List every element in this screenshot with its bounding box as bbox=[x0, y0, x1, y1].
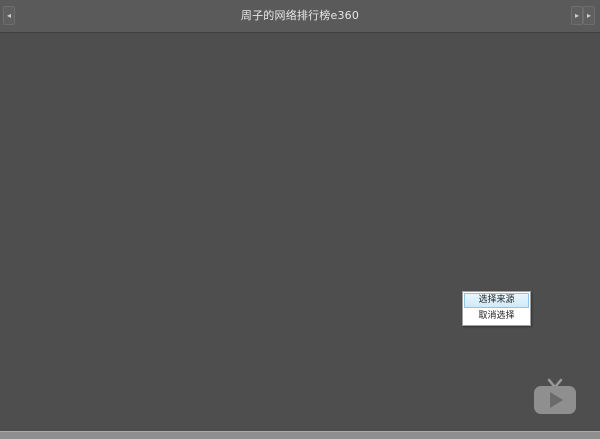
menu-item-cancel-selection[interactable]: 取消选择 bbox=[464, 309, 529, 324]
menu-item-label: 取消选择 bbox=[478, 311, 515, 321]
window-title: 周子的网络排行榜e360 bbox=[240, 9, 360, 22]
nav-forward-button[interactable]: ▸ bbox=[571, 6, 583, 25]
content-area[interactable] bbox=[0, 33, 600, 431]
app-window: ◂ 周子的网络排行榜e360 ▸ ▸ 选择来源 取消选择 bbox=[0, 0, 600, 439]
tv-play-icon[interactable] bbox=[532, 378, 578, 416]
chevron-right-icon: ▸ bbox=[586, 11, 591, 20]
menu-item-select-source[interactable]: 选择来源 bbox=[464, 293, 529, 308]
menu-item-label: 选择来源 bbox=[478, 295, 515, 305]
nav-more-button[interactable]: ▸ bbox=[583, 6, 595, 25]
chevron-right-icon: ▸ bbox=[574, 11, 579, 20]
context-menu: 选择来源 取消选择 bbox=[462, 291, 531, 326]
title-bar: ◂ 周子的网络排行榜e360 ▸ ▸ bbox=[0, 0, 600, 33]
status-bar bbox=[0, 431, 600, 439]
